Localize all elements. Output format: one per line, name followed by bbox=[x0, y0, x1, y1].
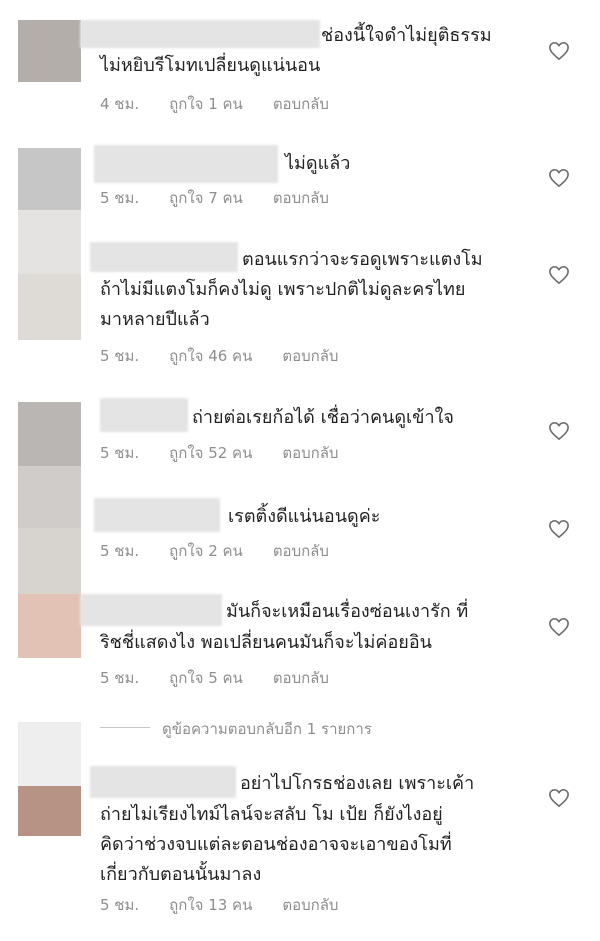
reply-button[interactable]: ตอบกลับ bbox=[273, 186, 329, 210]
reply-button[interactable]: ตอบกลับ bbox=[273, 539, 329, 563]
comment-meta: 5 ชม. ถูกใจ 13 คน ตอบกลับ bbox=[100, 893, 368, 917]
reply-button[interactable]: ตอบกลับ bbox=[273, 666, 329, 690]
comment-meta: 5 ชม. ถูกใจ 2 คน ตอบกลับ bbox=[100, 539, 359, 563]
like-heart-icon[interactable] bbox=[548, 168, 570, 188]
reply-button[interactable]: ตอบกลับ bbox=[273, 92, 329, 116]
comment-text: ตอนแรกว่าจะรอดูเพราะแตงโม bbox=[242, 249, 483, 270]
comment-likes[interactable]: ถูกใจ 7 คน bbox=[169, 186, 243, 210]
comment-meta: 5 ชม. ถูกใจ 7 คน ตอบกลับ bbox=[100, 186, 359, 210]
comment-time: 5 ชม. bbox=[100, 669, 140, 687]
username-blurred[interactable] bbox=[94, 145, 278, 183]
comment-text: คิดว่าช่วงจบแต่ละตอนช่องอาจจะเอาของโมที่ bbox=[100, 834, 452, 855]
comment-likes[interactable]: ถูกใจ 52 คน bbox=[169, 441, 252, 465]
username-blurred[interactable] bbox=[80, 20, 320, 48]
comment-likes[interactable]: ถูกใจ 2 คน bbox=[169, 539, 243, 563]
comment-text: ถ้าไม่มีแตงโมก็คงไม่ดู เพราะปกติไม่ดูละค… bbox=[100, 279, 466, 300]
comment-time: 5 ชม. bbox=[100, 542, 140, 560]
username-blurred[interactable] bbox=[80, 594, 222, 626]
comment-text: ถ่ายไม่เรียงไทม์ไลน์จะสลับ โม เป้ย ก็ยัง… bbox=[100, 804, 443, 825]
avatar-2[interactable] bbox=[18, 148, 81, 210]
comment-text: มาหลายปีแล้ว bbox=[100, 309, 210, 330]
comment-text: ริชชี่แสดงไง พอเปลี่ยนคนมันก็จะไม่ค่อยอิ… bbox=[100, 632, 432, 653]
like-heart-icon[interactable] bbox=[548, 265, 570, 285]
reply-button[interactable]: ตอบกลับ bbox=[282, 893, 338, 917]
comment-text: ถ่ายต่อเรยก้อได้ เชื่อว่าคนดูเข้าใจ bbox=[192, 407, 454, 428]
like-heart-icon[interactable] bbox=[548, 519, 570, 539]
avatar-5[interactable] bbox=[18, 528, 81, 594]
comment-text: เรตติ้งดีแน่นอนดูค่ะ bbox=[228, 506, 381, 527]
avatar-strip-fill bbox=[18, 210, 81, 274]
username-blurred[interactable] bbox=[90, 242, 238, 272]
comment-meta: 5 ชม. ถูกใจ 52 คน ตอบกลับ bbox=[100, 441, 368, 465]
comment-text: ไม่ดูแล้ว bbox=[285, 153, 351, 174]
avatar-4[interactable] bbox=[18, 402, 81, 466]
like-heart-icon[interactable] bbox=[548, 617, 570, 637]
comment-text: ไม่หยิบรีโมทเปลี่ยนดูแน่นอน bbox=[100, 55, 321, 76]
reply-button[interactable]: ตอบกลับ bbox=[282, 441, 338, 465]
comment-likes[interactable]: ถูกใจ 5 คน bbox=[169, 666, 243, 690]
avatar-6[interactable] bbox=[18, 594, 81, 658]
avatar-1[interactable] bbox=[18, 20, 81, 82]
avatar-strip-fill bbox=[18, 722, 81, 786]
like-heart-icon[interactable] bbox=[548, 788, 570, 808]
avatar-strip-fill bbox=[18, 466, 81, 528]
comment-time: 5 ชม. bbox=[100, 896, 140, 914]
like-heart-icon[interactable] bbox=[548, 41, 570, 61]
comment-meta: 5 ชม. ถูกใจ 46 คน ตอบกลับ bbox=[100, 344, 368, 368]
replies-divider bbox=[100, 727, 150, 728]
avatar-7[interactable] bbox=[18, 786, 81, 836]
reply-button[interactable]: ตอบกลับ bbox=[282, 344, 338, 368]
view-more-replies-button[interactable]: ดูข้อความตอบกลับอีก 1 รายการ bbox=[162, 717, 372, 741]
username-blurred[interactable] bbox=[94, 498, 220, 532]
avatar-3[interactable] bbox=[18, 274, 81, 340]
comment-text: อย่าไปโกรธช่องเลย เพราะเค้า bbox=[240, 773, 475, 794]
comment-text: มันก็จะเหมือนเรื่องซ่อนเงารัก ที่ bbox=[226, 601, 469, 622]
comment-time: 5 ชม. bbox=[100, 189, 140, 207]
comment-likes[interactable]: ถูกใจ 46 คน bbox=[169, 344, 252, 368]
username-blurred[interactable] bbox=[90, 766, 236, 798]
comment-time: 5 ชม. bbox=[100, 444, 140, 462]
comment-meta: 4 ชม. ถูกใจ 1 คน ตอบกลับ bbox=[100, 92, 359, 116]
comment-time: 5 ชม. bbox=[100, 347, 140, 365]
comment-text: ช่องนี้ใจดำไม่ยุติธรรม bbox=[321, 25, 492, 46]
comment-meta: 5 ชม. ถูกใจ 5 คน ตอบกลับ bbox=[100, 666, 359, 690]
comment-text: เกี่ยวกับตอนนั้นมาลง bbox=[100, 864, 262, 885]
comment-time: 4 ชม. bbox=[100, 95, 140, 113]
like-heart-icon[interactable] bbox=[548, 421, 570, 441]
username-blurred[interactable] bbox=[100, 398, 188, 432]
comment-likes[interactable]: ถูกใจ 13 คน bbox=[169, 893, 252, 917]
comment-likes[interactable]: ถูกใจ 1 คน bbox=[169, 92, 243, 116]
